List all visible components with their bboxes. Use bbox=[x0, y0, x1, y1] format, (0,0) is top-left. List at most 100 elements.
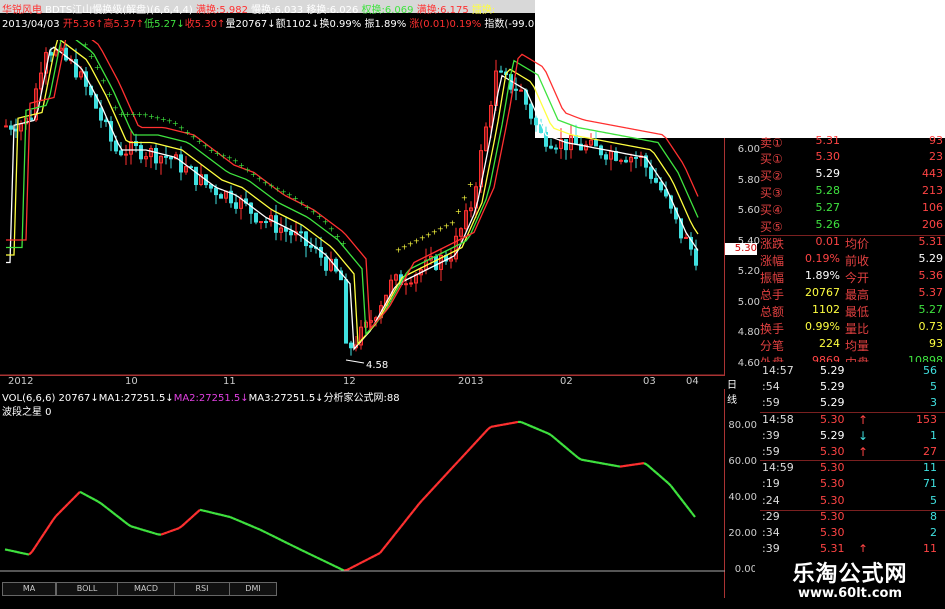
candle-body bbox=[594, 139, 598, 147]
wave-indicator-segment bbox=[184, 519, 189, 525]
wave-indicator-segment bbox=[439, 477, 444, 482]
tick-time: :34 bbox=[762, 526, 780, 539]
tab-macd[interactable]: MACD bbox=[117, 582, 175, 596]
tick-time: :54 bbox=[762, 380, 780, 394]
stat-value: 0.19% bbox=[805, 252, 840, 265]
wave-indicator-segment bbox=[229, 515, 234, 520]
quote-volume: 23 bbox=[929, 150, 943, 163]
wave-indicator-segment bbox=[4, 548, 9, 552]
header-segment: 涨(0.01)0.19% bbox=[406, 19, 482, 30]
wave-indicator-segment bbox=[601, 462, 606, 465]
indicator-tick: 20.00 bbox=[728, 528, 757, 539]
wave-indicator-segment bbox=[262, 530, 267, 534]
tab-boll[interactable]: BOLL bbox=[56, 582, 118, 596]
wave-indicator-segment bbox=[331, 563, 336, 568]
candle-body bbox=[64, 47, 68, 61]
wave-indicator-segment bbox=[73, 494, 78, 499]
wave-indicator-segment bbox=[148, 530, 153, 534]
wave-indicator-segment bbox=[172, 528, 177, 532]
wave-indicator-segment bbox=[178, 525, 183, 530]
wave-indicator-segment bbox=[43, 528, 48, 535]
date-label: 10 bbox=[125, 376, 138, 387]
wave-indicator-chart[interactable] bbox=[0, 416, 725, 582]
header-segment: 分析家公式网:88 bbox=[323, 393, 400, 404]
wave-indicator-segment bbox=[31, 546, 36, 553]
volume-indicator-line: VOL(6,6,6) 20767↓MA1:27251.5↓MA2:27251.5… bbox=[2, 389, 400, 404]
wave-indicator-segment bbox=[352, 564, 357, 568]
quote-stat-row: 振幅 1.89% 今开 5.36 bbox=[760, 269, 945, 285]
wave-indicator-segment bbox=[547, 432, 552, 436]
quote-buy-row: 买① 5.30 23 bbox=[760, 150, 945, 166]
wave-indicator-segment bbox=[604, 462, 609, 466]
date-label: 2013 bbox=[458, 376, 484, 387]
wave-indicator-segment bbox=[322, 559, 327, 563]
high-annotation: 6.77 bbox=[503, 40, 525, 41]
wave-indicator-segment bbox=[223, 514, 228, 518]
stat-label: 均量 bbox=[845, 339, 870, 353]
wave-indicator-segment bbox=[616, 464, 621, 468]
indicator-tick: 40.00 bbox=[728, 492, 757, 503]
tick-divider bbox=[760, 412, 945, 413]
wave-indicator-segment bbox=[205, 510, 210, 514]
candle-body bbox=[9, 125, 13, 130]
wave-indicator-segment bbox=[118, 516, 123, 521]
tab-ma[interactable]: MA bbox=[2, 582, 56, 596]
wave-indicator-segment bbox=[19, 551, 24, 555]
wave-indicator-segment bbox=[160, 532, 165, 536]
wave-indicator-segment bbox=[34, 542, 39, 548]
tab-rsi[interactable]: RSI bbox=[174, 582, 230, 596]
candle-body bbox=[344, 279, 348, 344]
signal-marker: + bbox=[340, 239, 347, 248]
candle-body bbox=[599, 145, 603, 156]
wave-indicator-segment bbox=[583, 459, 588, 462]
candlestick-chart[interactable]: +++++++ + + + + + + + + + + + + + + + + + + + + + + + + + + + + + + + + +… bbox=[0, 40, 725, 375]
header-segment: MA3:27251.5↓ bbox=[248, 393, 324, 404]
wave-indicator-segment bbox=[466, 447, 471, 453]
tick-row: :29 5.30 8 bbox=[760, 510, 945, 526]
tab-dmi[interactable]: DMI bbox=[229, 582, 277, 596]
wave-indicator-segment bbox=[643, 462, 648, 466]
tick-row: :24 5.30 5 bbox=[760, 494, 945, 510]
header-segment: 高5.37↑ bbox=[103, 19, 145, 30]
tick-volume: 56 bbox=[923, 364, 937, 377]
wave-indicator-segment bbox=[196, 508, 201, 514]
candle-body bbox=[514, 88, 518, 91]
signal-marker: + bbox=[94, 63, 101, 72]
wave-indicator-segment bbox=[181, 522, 186, 527]
tick-row: :54 5.29 5 bbox=[760, 380, 945, 396]
wave-indicator-segment bbox=[268, 533, 273, 537]
wave-indicator-segment bbox=[22, 552, 27, 556]
wave-indicator-segment bbox=[283, 540, 288, 544]
wave-indicator-segment bbox=[406, 514, 411, 520]
wave-indicator-segment bbox=[685, 504, 690, 510]
tick-time: 14:59 bbox=[762, 461, 794, 475]
wave-indicator-segment bbox=[487, 425, 492, 431]
date-label: 11 bbox=[223, 376, 236, 387]
wave-indicator-segment bbox=[586, 459, 591, 463]
wave-indicator-segment bbox=[553, 436, 558, 441]
candle-body bbox=[259, 221, 263, 224]
tick-time: 14:57 bbox=[762, 364, 794, 377]
date-label: 日线 bbox=[727, 380, 737, 406]
wave-indicator-segment bbox=[100, 502, 105, 507]
tick-volume: 3 bbox=[930, 396, 937, 410]
candle-body bbox=[499, 70, 503, 73]
tick-volume: 2 bbox=[930, 526, 937, 539]
candle-body bbox=[139, 145, 143, 160]
wave-indicator-segment bbox=[421, 496, 426, 502]
low-annotation: 4.58 bbox=[366, 360, 388, 371]
stat-value: 224 bbox=[819, 337, 840, 350]
wave-indicator-segment bbox=[220, 513, 225, 517]
watermark-title: 乐淘公式网 bbox=[792, 562, 908, 587]
wave-indicator-segment bbox=[226, 515, 231, 519]
candle-body bbox=[164, 155, 168, 158]
wave-indicator-segment bbox=[232, 517, 237, 521]
wave-indicator-segment bbox=[649, 466, 654, 471]
wave-indicator-segment bbox=[505, 422, 510, 426]
price-tick: 5.00 bbox=[737, 296, 760, 308]
wave-indicator-segment bbox=[289, 543, 294, 547]
wave-indicator-segment bbox=[217, 513, 222, 516]
wave-indicator-segment bbox=[388, 537, 393, 543]
tick-price: 5.30 bbox=[820, 412, 845, 426]
wave-indicator-segment bbox=[37, 537, 42, 544]
